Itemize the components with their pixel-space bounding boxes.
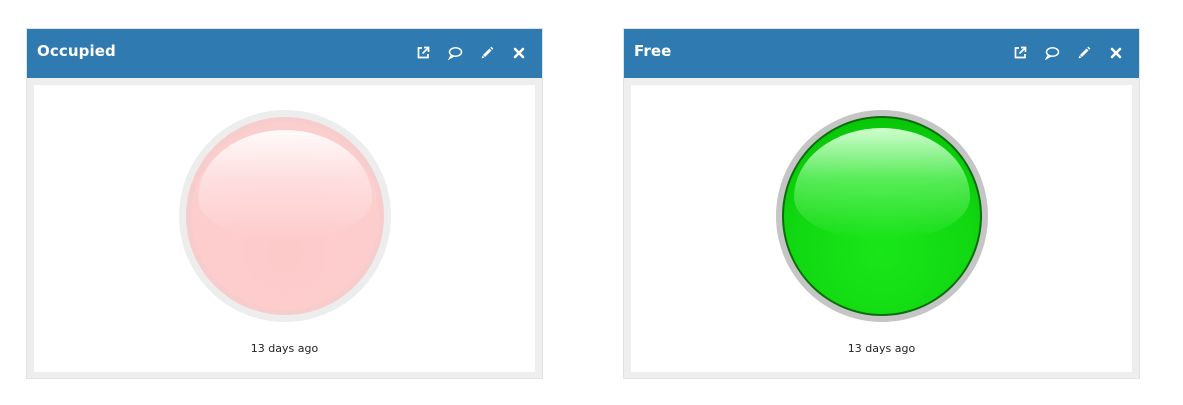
widget-body: 13 days ago (34, 85, 535, 372)
status-indicator-led (775, 110, 988, 322)
last-updated-timestamp: 13 days ago (847, 342, 916, 355)
widget-title: Free (634, 42, 672, 60)
external-link-icon[interactable] (1011, 44, 1029, 62)
widget-free: Free 13 days ago (624, 29, 1139, 378)
external-link-icon[interactable] (414, 44, 432, 62)
header-icons (1011, 43, 1125, 63)
close-icon[interactable] (1107, 44, 1125, 62)
close-icon[interactable] (510, 44, 528, 62)
status-indicator-led (178, 110, 391, 322)
pencil-icon[interactable] (1075, 44, 1093, 62)
comment-icon[interactable] (1043, 44, 1061, 62)
widget-header: Free (624, 29, 1139, 78)
last-updated-timestamp: 13 days ago (250, 342, 319, 355)
widget-occupied: Occupied 13 days ago (27, 29, 542, 378)
pencil-icon[interactable] (478, 44, 496, 62)
header-icons (414, 43, 528, 63)
widget-header: Occupied (27, 29, 542, 78)
comment-icon[interactable] (446, 44, 464, 62)
widget-body: 13 days ago (631, 85, 1132, 372)
widget-title: Occupied (37, 42, 116, 60)
